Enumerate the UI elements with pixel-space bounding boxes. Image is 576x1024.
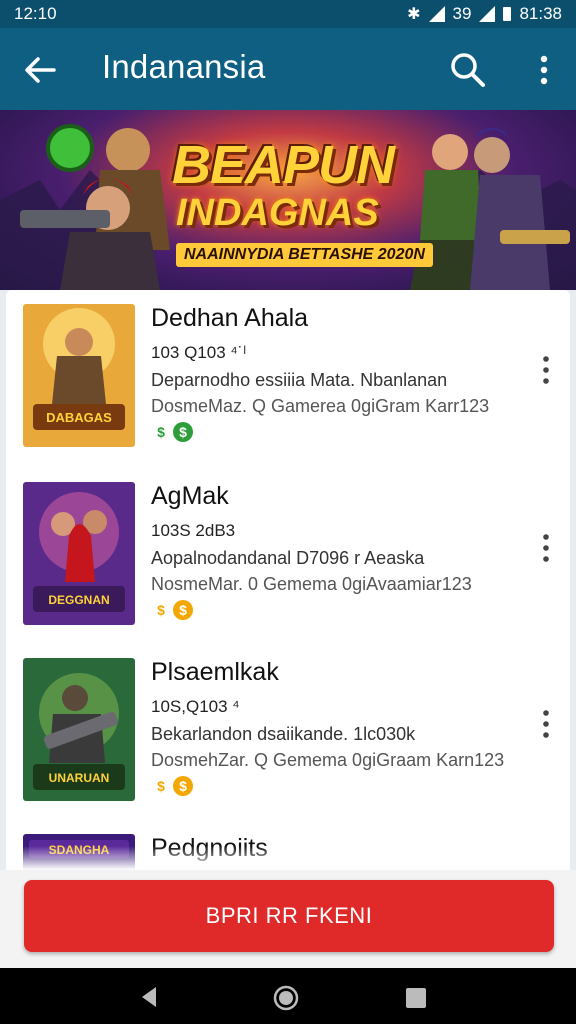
badge-icon: $: [173, 422, 193, 442]
item-title: Plsaemlkak: [151, 658, 279, 686]
battery-icon: [503, 7, 512, 21]
list-item[interactable]: UNARUAN Plsaemlkak 10S,Q103 ⁴ Bekarlando…: [6, 644, 570, 819]
list-fade: [6, 846, 570, 870]
banner-subtitle: INDAGNAS: [176, 192, 379, 234]
wifi-icon: [479, 6, 496, 22]
badge-icon: $: [173, 600, 193, 620]
game-list: DABAGAS Dedhan Ahala 103 Q103 ⁴˙ˡ Deparn…: [6, 290, 570, 870]
item-title: AgMak: [151, 482, 229, 510]
more-options-icon[interactable]: [528, 50, 560, 90]
promo-banner[interactable]: BEAPUN INDAGNAS NAAINNYDIA BETTASHE 2020…: [0, 110, 576, 290]
item-badges: $ $: [151, 776, 193, 796]
status-bar: 12:10 ✱ 39 81:38: [0, 0, 576, 28]
page-title: Indanansia: [102, 48, 266, 85]
system-nav-bar: [0, 968, 576, 1024]
item-publisher: NosmeMar. 0 Gemema 0giAvaamiar123: [151, 574, 472, 594]
status-signal: 39: [452, 4, 472, 23]
banner-tagline: NAAINNYDIA BETTASHE 2020N: [176, 243, 433, 267]
status-clock: 81:38: [519, 4, 562, 23]
item-stats: 103S 2dB3: [151, 521, 236, 540]
item-more-icon[interactable]: [534, 350, 558, 390]
list-item[interactable]: DEGGNAN AgMak 103S 2dB3 Aopalnodandanal …: [6, 468, 570, 643]
item-publisher: DosmehZar. Q Gemema 0giGraam Karn123: [151, 750, 505, 770]
game-thumbnail: DABAGAS: [23, 304, 135, 447]
app-bar: Indanansia: [0, 28, 576, 110]
item-stats: 103 Q103 ⁴˙ˡ: [151, 343, 247, 362]
item-badges: $ $: [151, 600, 193, 620]
svg-text:DEGGNAN: DEGGNAN: [48, 593, 109, 607]
badge-icon: $: [151, 422, 171, 442]
badge-icon: $: [151, 600, 171, 620]
badge-icon: $: [151, 776, 171, 796]
badge-icon: $: [173, 776, 193, 796]
primary-action-button[interactable]: BPRI RR FKENI: [24, 880, 554, 952]
item-stats: 10S,Q103 ⁴: [151, 697, 240, 716]
banner-title: BEAPUN: [172, 135, 395, 195]
list-item[interactable]: DABAGAS Dedhan Ahala 103 Q103 ⁴˙ˡ Deparn…: [6, 290, 570, 465]
nav-recents-icon[interactable]: [404, 986, 428, 1010]
item-more-icon[interactable]: [534, 704, 558, 744]
nav-back-icon[interactable]: [136, 984, 162, 1010]
item-publisher: DosmeMaz. Q Gamerea 0giGram Karr123: [151, 396, 490, 416]
game-thumbnail: DEGGNAN: [23, 482, 135, 625]
item-more-icon[interactable]: [534, 528, 558, 568]
item-description: Aopalnodandanal D7096 r Aeaska: [151, 548, 425, 568]
svg-text:UNARUAN: UNARUAN: [49, 771, 110, 785]
signal-icon: [428, 6, 445, 22]
bluetooth-icon: ✱: [407, 6, 421, 23]
item-description: Bekarlandon dsaiikande. 1lc030k: [151, 724, 416, 744]
back-arrow-icon[interactable]: [20, 50, 60, 90]
status-time: 12:10: [14, 4, 57, 23]
item-description: Deparnodho essiiia Mata. Nbanlanan: [151, 370, 448, 390]
nav-home-icon[interactable]: [272, 984, 300, 1012]
item-title: Dedhan Ahala: [151, 304, 309, 332]
game-thumbnail: UNARUAN: [23, 658, 135, 801]
search-icon[interactable]: [448, 50, 488, 90]
item-badges: $ $: [151, 422, 193, 442]
svg-text:DABAGAS: DABAGAS: [46, 410, 112, 425]
